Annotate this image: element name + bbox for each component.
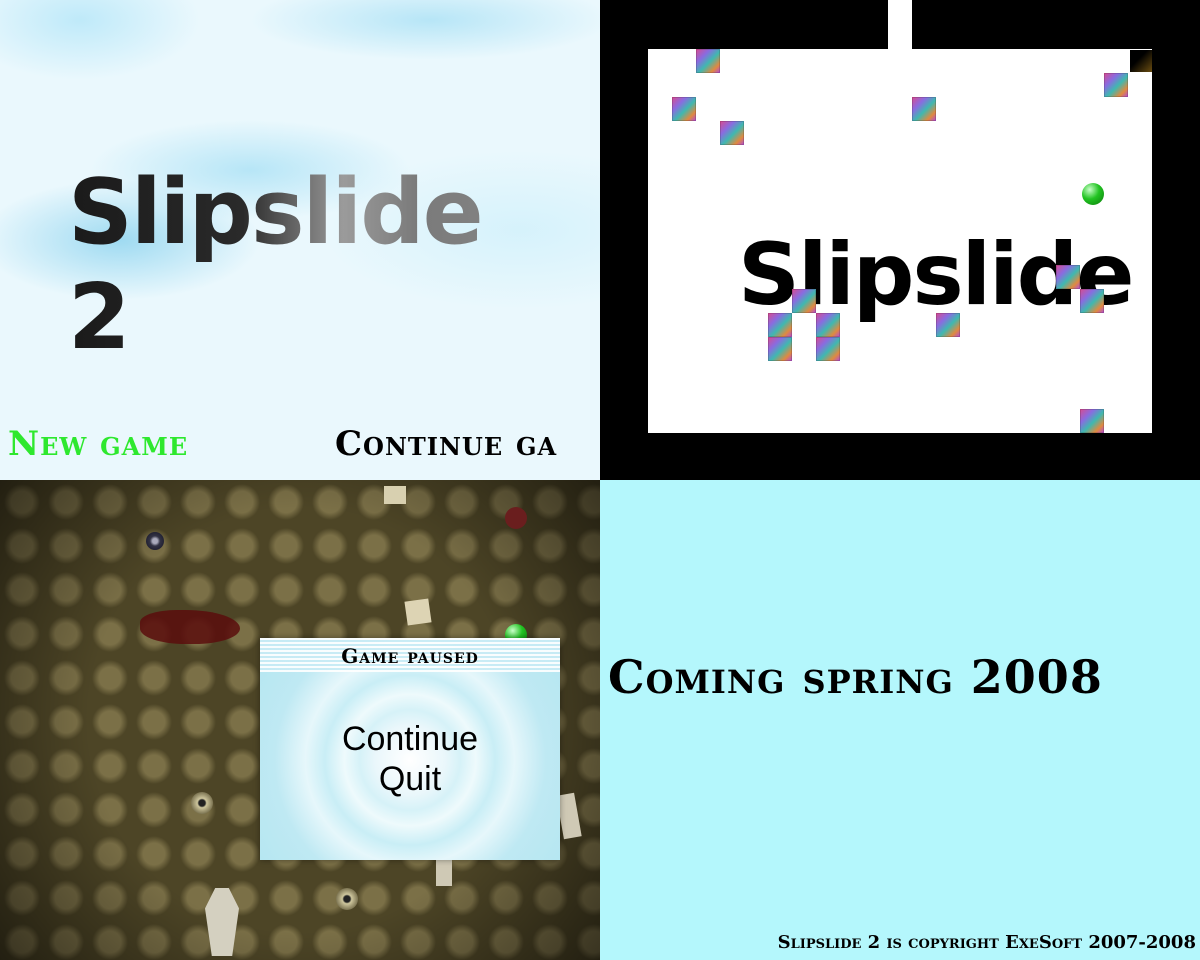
developer-credit: An ExeSoft game xyxy=(1020,437,1183,459)
block-tile xyxy=(1104,73,1128,97)
new-game-button[interactable]: New game xyxy=(8,424,188,464)
quit-button[interactable]: Quit xyxy=(260,760,560,799)
block-tile xyxy=(768,313,792,337)
block-tile xyxy=(720,121,744,145)
blood-stain xyxy=(140,610,240,644)
copyright-notice: Slipslide 2 is copyright ExeSoft 2007-20… xyxy=(777,932,1196,953)
crate xyxy=(384,486,406,504)
block-tile xyxy=(1080,289,1104,313)
crate xyxy=(404,598,432,626)
eye-orb xyxy=(336,888,358,910)
block-tile xyxy=(792,289,816,313)
continue-game-button[interactable]: Continue ga xyxy=(335,424,557,464)
block-tile xyxy=(1080,409,1104,433)
block-tile xyxy=(816,337,840,361)
coming-soon-screen: Coming spring 2008 Slipslide 2 is copyri… xyxy=(600,480,1200,960)
block-tile xyxy=(768,337,792,361)
game-title: Slipslide 2 xyxy=(68,160,568,370)
coffin xyxy=(205,888,239,956)
eye-orb xyxy=(191,792,213,814)
title-menu-screen: Slipslide 2 New game Continue ga xyxy=(0,0,600,480)
gear-icon xyxy=(146,532,164,550)
pause-dialog: Game paused Continue Quit xyxy=(260,638,560,860)
play-field: Slipslide 2 An ExeSoft game xyxy=(648,49,1200,459)
level-exit-opening xyxy=(888,0,912,49)
release-headline: Coming spring 2008 xyxy=(608,650,1103,704)
block-tile xyxy=(672,97,696,121)
block-tile xyxy=(816,313,840,337)
level-preview-screen: Slipslide 2 An ExeSoft game xyxy=(600,0,1200,480)
player-ball xyxy=(1082,183,1104,205)
exit-block xyxy=(1130,50,1152,72)
continue-button[interactable]: Continue xyxy=(260,720,560,759)
coffin xyxy=(556,792,582,840)
paused-game-screen: Game paused Continue Quit xyxy=(0,480,600,960)
block-tile xyxy=(912,97,936,121)
block-tile xyxy=(1056,265,1080,289)
block-tile xyxy=(696,49,720,73)
pause-header: Game paused xyxy=(260,638,560,672)
block-tile xyxy=(936,313,960,337)
red-switch xyxy=(505,507,527,529)
coffin xyxy=(436,858,452,886)
